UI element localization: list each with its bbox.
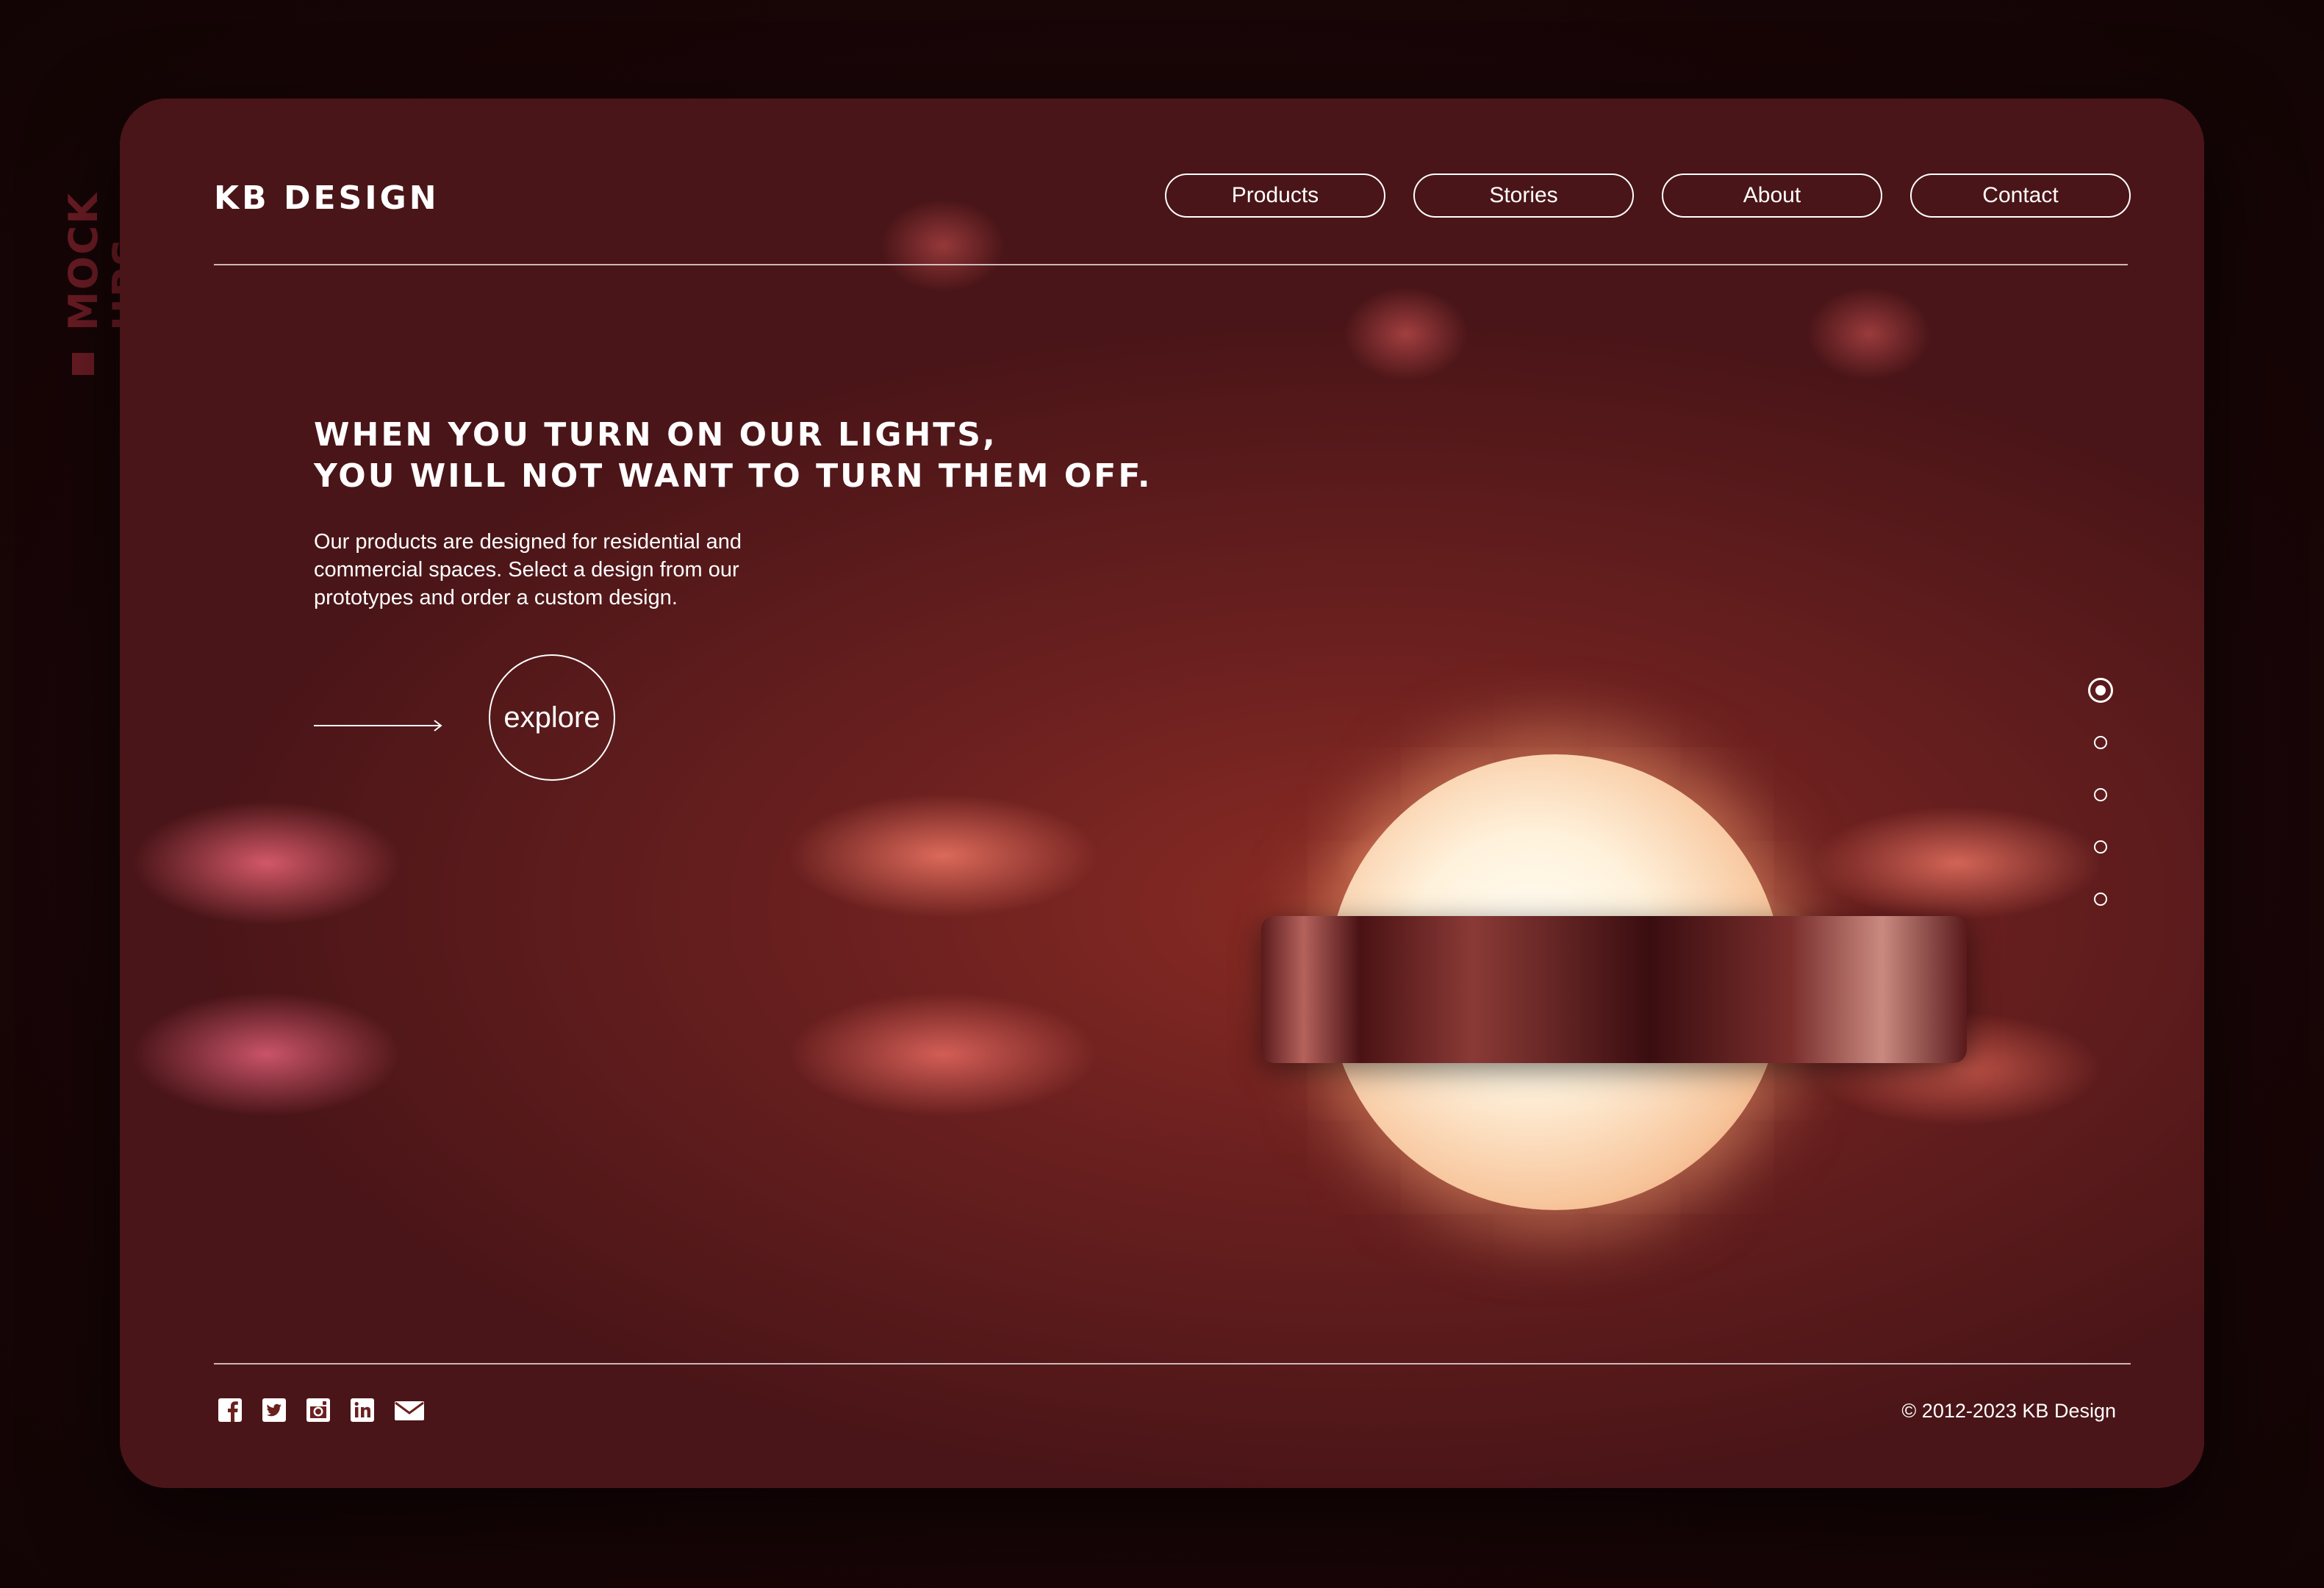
website-card: KB DESIGN Products Stories About Contact… xyxy=(120,99,2204,1488)
instagram-icon[interactable] xyxy=(305,1397,331,1423)
hero-description-line-2: commercial spaces. Select a design from … xyxy=(314,558,739,582)
arrow-right-icon xyxy=(314,720,442,732)
copyright-text: © 2012-2023 KB Design xyxy=(1901,1400,2116,1422)
hero-background-photo xyxy=(120,99,2204,1488)
slider-dot-2[interactable] xyxy=(2094,736,2107,749)
page: MOCK UPS KB DESIGN Products Stories Abou… xyxy=(0,0,2324,1588)
explore-button[interactable]: explore xyxy=(489,654,615,781)
slider-dot-1[interactable] xyxy=(2088,678,2113,703)
brand-logo[interactable]: KB DESIGN xyxy=(214,179,440,217)
twitter-icon[interactable] xyxy=(261,1397,287,1423)
hero-description-line-1: Our products are designed for residentia… xyxy=(314,530,742,554)
nav-contact-button[interactable]: Contact xyxy=(1910,174,2131,218)
main-nav: Products Stories About Contact xyxy=(1165,174,2131,218)
side-square-mark xyxy=(72,353,94,375)
social-links xyxy=(217,1397,426,1423)
slider-dot-4[interactable] xyxy=(2094,840,2107,854)
footer-divider xyxy=(214,1363,2131,1365)
header-divider xyxy=(214,264,2128,265)
lamp-ring xyxy=(1261,916,1967,1063)
hero-headline: WHEN YOU TURN ON OUR LIGHTS, YOU WILL NO… xyxy=(314,415,1152,497)
slider-dot-3[interactable] xyxy=(2094,788,2107,801)
slider-pagination xyxy=(2087,678,2116,928)
nav-stories-button[interactable]: Stories xyxy=(1413,174,1634,218)
hero-headline-line-1: WHEN YOU TURN ON OUR LIGHTS, xyxy=(314,416,997,454)
email-icon[interactable] xyxy=(393,1397,426,1423)
facebook-icon[interactable] xyxy=(217,1397,243,1423)
hero-headline-line-2: YOU WILL NOT WANT TO TURN THEM OFF. xyxy=(314,457,1152,495)
nav-products-button[interactable]: Products xyxy=(1165,174,1385,218)
nav-about-button[interactable]: About xyxy=(1662,174,1882,218)
hero-description-line-3: prototypes and order a custom design. xyxy=(314,586,678,609)
side-label: MOCK UPS xyxy=(60,191,151,331)
lamp-product-image xyxy=(1261,754,1967,1225)
linkedin-icon[interactable] xyxy=(349,1397,376,1423)
side-watermark: MOCK UPS xyxy=(60,96,151,390)
slider-dot-5[interactable] xyxy=(2094,893,2107,906)
hero-description: Our products are designed for residentia… xyxy=(314,528,814,612)
